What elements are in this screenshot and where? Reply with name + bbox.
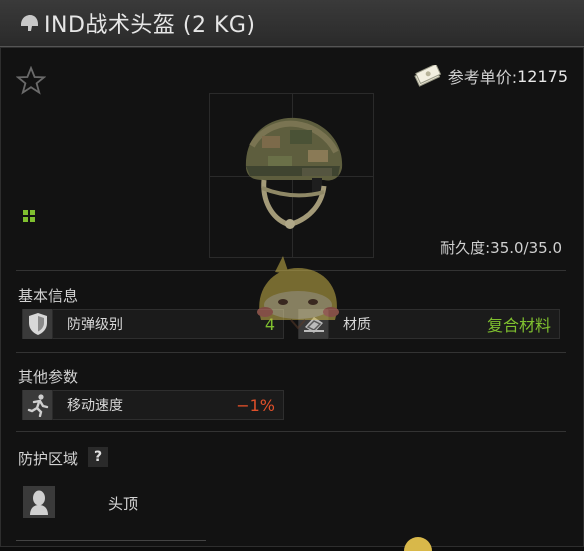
protection-zone-label: 头顶 xyxy=(108,495,139,513)
stat-value: −1% xyxy=(236,395,275,415)
head-icon xyxy=(23,486,55,518)
star-icon[interactable] xyxy=(16,66,46,96)
stat-value: 复合材料 xyxy=(486,316,551,335)
shield-icon xyxy=(23,309,53,339)
price-value: 12175 xyxy=(517,66,568,86)
stat-move-speed: 移动速度 −1% xyxy=(22,390,284,420)
divider xyxy=(16,431,566,432)
title-bar: IND战术头盔 (2 KG) xyxy=(0,0,584,47)
item-image-frame xyxy=(209,93,374,258)
section-title-other: 其他参数 xyxy=(18,368,79,386)
section-title-basic: 基本信息 xyxy=(18,287,79,305)
price-label: 参考单价: xyxy=(447,68,518,87)
window-title: IND战术头盔 (2 KG) xyxy=(44,13,256,38)
helmet-icon xyxy=(245,117,343,229)
stat-label: 材质 xyxy=(343,317,371,333)
money-icon xyxy=(413,65,441,87)
durability-text: 耐久度:35.0/35.0 xyxy=(440,239,562,257)
helmet-title-icon xyxy=(21,15,38,31)
watermark-mascot xyxy=(257,256,339,330)
reference-price: 参考单价: 12175 xyxy=(412,64,568,88)
stat-label: 移动速度 xyxy=(67,398,123,414)
section-title-protection: 防护区域 xyxy=(18,450,79,468)
running-icon xyxy=(23,390,53,420)
stat-label: 防弹级别 xyxy=(67,317,123,333)
grid-size-icon xyxy=(23,210,35,222)
bottom-border xyxy=(16,540,206,547)
help-icon[interactable]: ? xyxy=(88,447,108,467)
divider xyxy=(16,352,566,353)
